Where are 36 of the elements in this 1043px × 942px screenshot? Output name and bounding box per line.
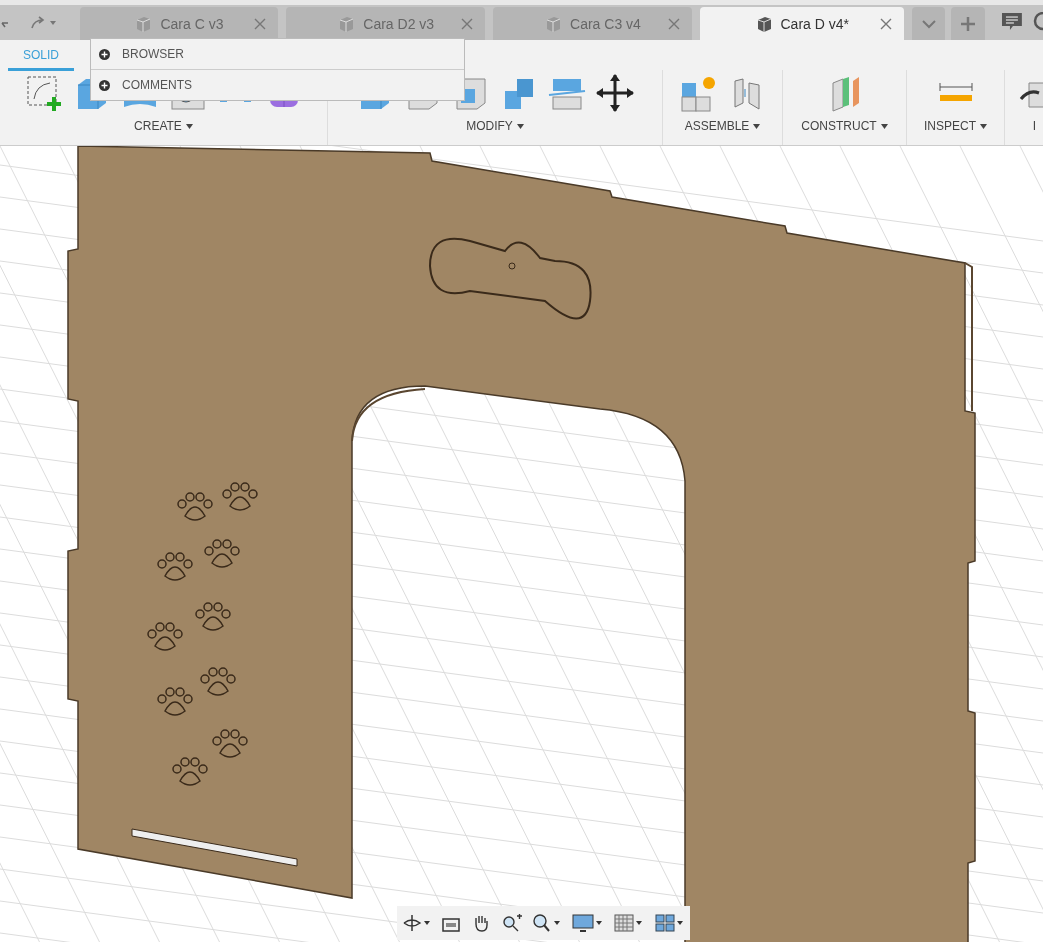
viewports-icon[interactable]: [655, 913, 686, 933]
caret-icon: [980, 123, 987, 129]
cube-icon: [337, 14, 356, 33]
close-icon[interactable]: [667, 17, 680, 30]
menu-item[interactable]: BROWSER: [91, 39, 464, 69]
toolbar-group-menu[interactable]: INSPECT: [924, 119, 987, 133]
toolbar-group-menu[interactable]: I: [1032, 119, 1037, 133]
cube-icon: [544, 14, 563, 33]
zoom-icon[interactable]: [500, 913, 523, 933]
plus-circle-icon: [99, 79, 110, 91]
zoom-window-icon[interactable]: [532, 913, 563, 933]
new-tab-button[interactable]: [951, 7, 986, 40]
chevron-down-icon: [920, 18, 937, 29]
caret-icon: [516, 123, 524, 129]
redo-icon[interactable]: [30, 14, 58, 31]
toolbar-group-menu[interactable]: CREATE: [134, 119, 193, 133]
caret-icon: [185, 123, 193, 129]
menu-item[interactable]: COMMENTS: [91, 69, 464, 100]
caret-icon: [880, 123, 888, 129]
tab-list-button[interactable]: [911, 7, 946, 40]
close-icon[interactable]: [254, 17, 267, 30]
close-icon[interactable]: [461, 17, 474, 30]
plus-icon: [960, 15, 977, 32]
orbit-icon[interactable]: [401, 913, 432, 933]
display-icon[interactable]: [571, 913, 604, 933]
caret-icon: [753, 123, 761, 129]
toolbar-group-menu[interactable]: ASSEMBLE: [684, 119, 761, 133]
comment-icon[interactable]: [1001, 12, 1024, 32]
plus-circle-icon: [99, 48, 110, 60]
close-icon[interactable]: [879, 17, 892, 30]
move-arrows-icon[interactable]: [595, 72, 635, 113]
cube-icon: [134, 14, 153, 33]
toolbar-group-menu[interactable]: CONSTRUCT: [801, 119, 888, 133]
help-icon[interactable]: [1033, 12, 1043, 32]
toolbar-group-menu[interactable]: MODIFY: [466, 119, 524, 133]
document-tab[interactable]: Cara D v4*: [699, 7, 904, 40]
